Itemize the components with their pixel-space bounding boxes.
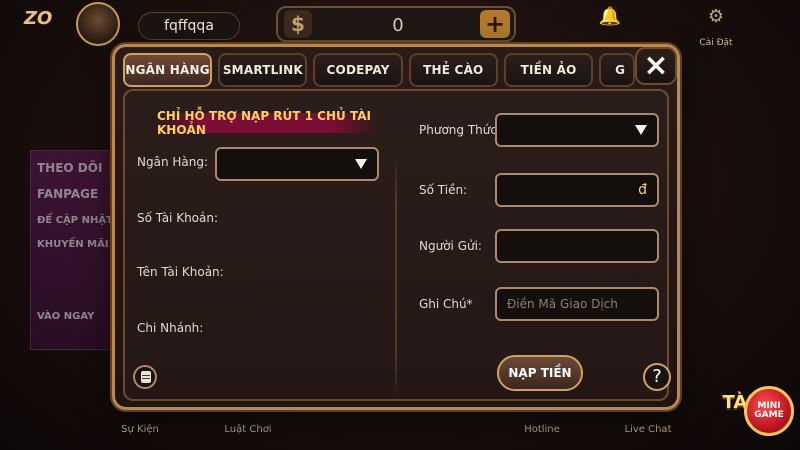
tab-smartlink[interactable]: SMARTLINK [218, 53, 308, 87]
column-divider [395, 153, 397, 399]
gear-icon[interactable]: ⚙ [696, 6, 736, 30]
amount-label: Số Tiền: [419, 183, 468, 197]
note-input[interactable] [507, 295, 647, 313]
document-icon [141, 371, 151, 383]
game-logo: ZO [24, 8, 53, 29]
bottom-bar: Sự Kiện Luật Chơi Hotline Live Chat [0, 410, 800, 450]
promo-line-2: FANPAGE [37, 187, 99, 201]
bottom-item-events[interactable]: Sự Kiện [110, 424, 170, 435]
avatar[interactable] [76, 2, 120, 46]
chevron-down-icon [635, 125, 647, 135]
amount-input[interactable] [507, 181, 647, 199]
bell-icon[interactable]: 🔔 [590, 6, 630, 30]
chevron-down-icon [355, 159, 367, 169]
sender-label: Người Gửi: [419, 239, 482, 253]
tab-codepay[interactable]: CODEPAY [313, 53, 403, 87]
history-button[interactable] [133, 365, 157, 389]
tab-crypto[interactable]: TIỀN ẢO [503, 53, 594, 87]
deposit-modal: NGÂN HÀNG SMARTLINK CODEPAY THẺ CÀO TIỀN… [112, 44, 680, 410]
add-funds-button[interactable]: + [480, 10, 510, 38]
tab-bank[interactable]: NGÂN HÀNG [123, 53, 213, 87]
deposit-tabs: NGÂN HÀNG SMARTLINK CODEPAY THẺ CÀO TIỀN… [123, 53, 636, 89]
mini-game-button[interactable]: MINI GAME [744, 386, 794, 436]
sender-input[interactable] [507, 237, 647, 255]
close-button[interactable]: × [635, 47, 677, 85]
sender-field[interactable] [495, 229, 659, 263]
currency-suffix: đ [638, 182, 647, 198]
bank-label: Ngân Hàng: [137, 155, 209, 169]
method-select[interactable] [495, 113, 659, 147]
deposit-submit-button[interactable]: NẠP TIỀN [497, 355, 583, 391]
tab-more[interactable]: G [599, 53, 636, 87]
amount-field[interactable]: đ [495, 173, 659, 207]
document-line [142, 378, 150, 379]
account-number-label: Số Tài Khoản: [137, 211, 219, 225]
account-name-label: Tên Tài Khoản: [137, 265, 224, 279]
promo-banner[interactable]: THEO DÕI FANPAGE ĐỂ CẬP NHẬT KHUYẾN MÃI … [30, 150, 114, 350]
balance-box: $ 0 + [276, 6, 516, 42]
document-line [142, 375, 150, 376]
bottom-item-rules[interactable]: Luật Chơi [218, 424, 278, 435]
balance-amount: 0 [392, 15, 404, 36]
note-field[interactable] [495, 287, 659, 321]
bottom-item-hotline[interactable]: Hotline [512, 424, 572, 435]
bottom-item-live-chat[interactable]: Live Chat [618, 424, 678, 435]
close-icon: × [643, 48, 669, 83]
settings-label: Cài Đặt [699, 38, 733, 48]
dollar-icon: $ [284, 10, 312, 38]
promo-line-1: THEO DÕI [37, 161, 103, 175]
note-label: Ghi Chú* [419, 297, 473, 311]
tab-card[interactable]: THẺ CÀO [408, 53, 498, 87]
username-display: fqffqqa [138, 12, 240, 40]
promo-cta: VÀO NGAY [37, 311, 95, 322]
method-label: Phương Thức: [419, 123, 502, 137]
notice-banner: CHỈ HỖ TRỢ NẠP RÚT 1 CHỦ TÀI KHOẢN [157, 109, 377, 137]
bank-select[interactable] [215, 147, 379, 181]
help-button[interactable]: ? [643, 363, 671, 391]
top-bar: ZO fqffqqa $ 0 + 🔔 ⚙ Cài Đặt [0, 0, 800, 48]
promo-line-3: ĐỂ CẬP NHẬT [37, 215, 113, 226]
branch-label: Chi Nhánh: [137, 321, 204, 335]
promo-line-4: KHUYẾN MÃI [37, 239, 109, 250]
